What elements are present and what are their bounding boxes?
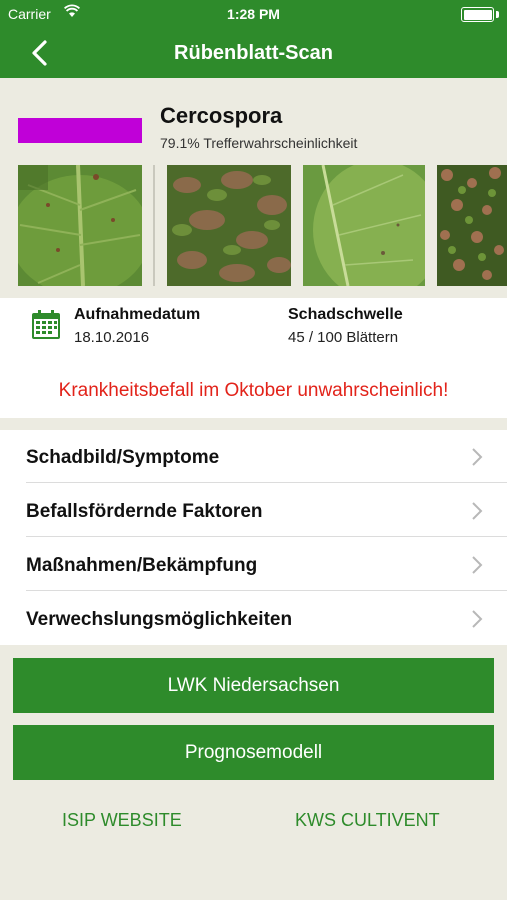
info-menu: Schadbild/Symptome Befallsfördernde Fakt… (0, 430, 507, 645)
menu-item-label: Verwechslungsmöglichkeiten (26, 609, 293, 630)
damage-threshold-value: 45 / 100 Blättern (288, 329, 399, 346)
battery-icon (461, 7, 499, 22)
match-probability: 79.1% Trefferwahrscheinlichkeit (160, 135, 358, 151)
photo-divider (153, 165, 155, 286)
menu-item-measures[interactable]: Maßnahmen/Bekämpfung (0, 538, 507, 591)
navigation-bar: Rübenblatt-Scan (0, 28, 507, 78)
menu-item-symptoms[interactable]: Schadbild/Symptome (0, 430, 507, 483)
scan-result: Cercospora 79.1% Trefferwahrscheinlichke… (0, 78, 507, 298)
kws-cultivent-link[interactable]: KWS CULTIVENT (295, 810, 440, 831)
capture-date-value: 18.10.2016 (74, 329, 150, 346)
chevron-right-icon (472, 556, 483, 574)
divider (26, 482, 507, 483)
menu-item-label: Befallsfördernde Faktoren (26, 501, 263, 522)
chevron-right-icon (472, 610, 483, 628)
photo-leaf-underside[interactable] (303, 165, 425, 286)
lwk-niedersachsen-button[interactable]: LWK Niedersachsen (13, 658, 494, 713)
page-title: Rübenblatt-Scan (174, 42, 333, 64)
clock: 1:28 PM (227, 6, 280, 22)
prognosis-model-button[interactable]: Prognosemodell (13, 725, 494, 780)
scan-info: Aufnahmedatum 18.10.2016 Schadschwelle 4… (0, 298, 507, 418)
photo-field-damage[interactable] (167, 165, 291, 286)
damage-threshold-label: Schadschwelle (288, 306, 403, 323)
photo-leaf-closeup[interactable] (18, 165, 142, 286)
divider (26, 590, 507, 591)
menu-item-label: Maßnahmen/Bekämpfung (26, 555, 258, 576)
chevron-right-icon (472, 502, 483, 520)
chevron-right-icon (472, 448, 483, 466)
photo-field-overview[interactable] (437, 165, 507, 286)
menu-item-label: Schadbild/Symptome (26, 447, 220, 468)
disease-color-swatch (18, 118, 142, 143)
capture-date-label: Aufnahmedatum (74, 306, 201, 323)
menu-item-confusion[interactable]: Verwechslungsmöglichkeiten (0, 592, 507, 645)
status-bar: Carrier 1:28 PM (0, 0, 507, 28)
menu-item-factors[interactable]: Befallsfördernde Faktoren (0, 484, 507, 537)
disease-name: Cercospora (160, 103, 283, 128)
divider (26, 536, 507, 537)
infestation-warning: Krankheitsbefall im Oktober unwahrschein… (58, 380, 449, 401)
calendar-icon (32, 310, 60, 339)
isip-website-link[interactable]: ISIP WEBSITE (62, 810, 182, 831)
